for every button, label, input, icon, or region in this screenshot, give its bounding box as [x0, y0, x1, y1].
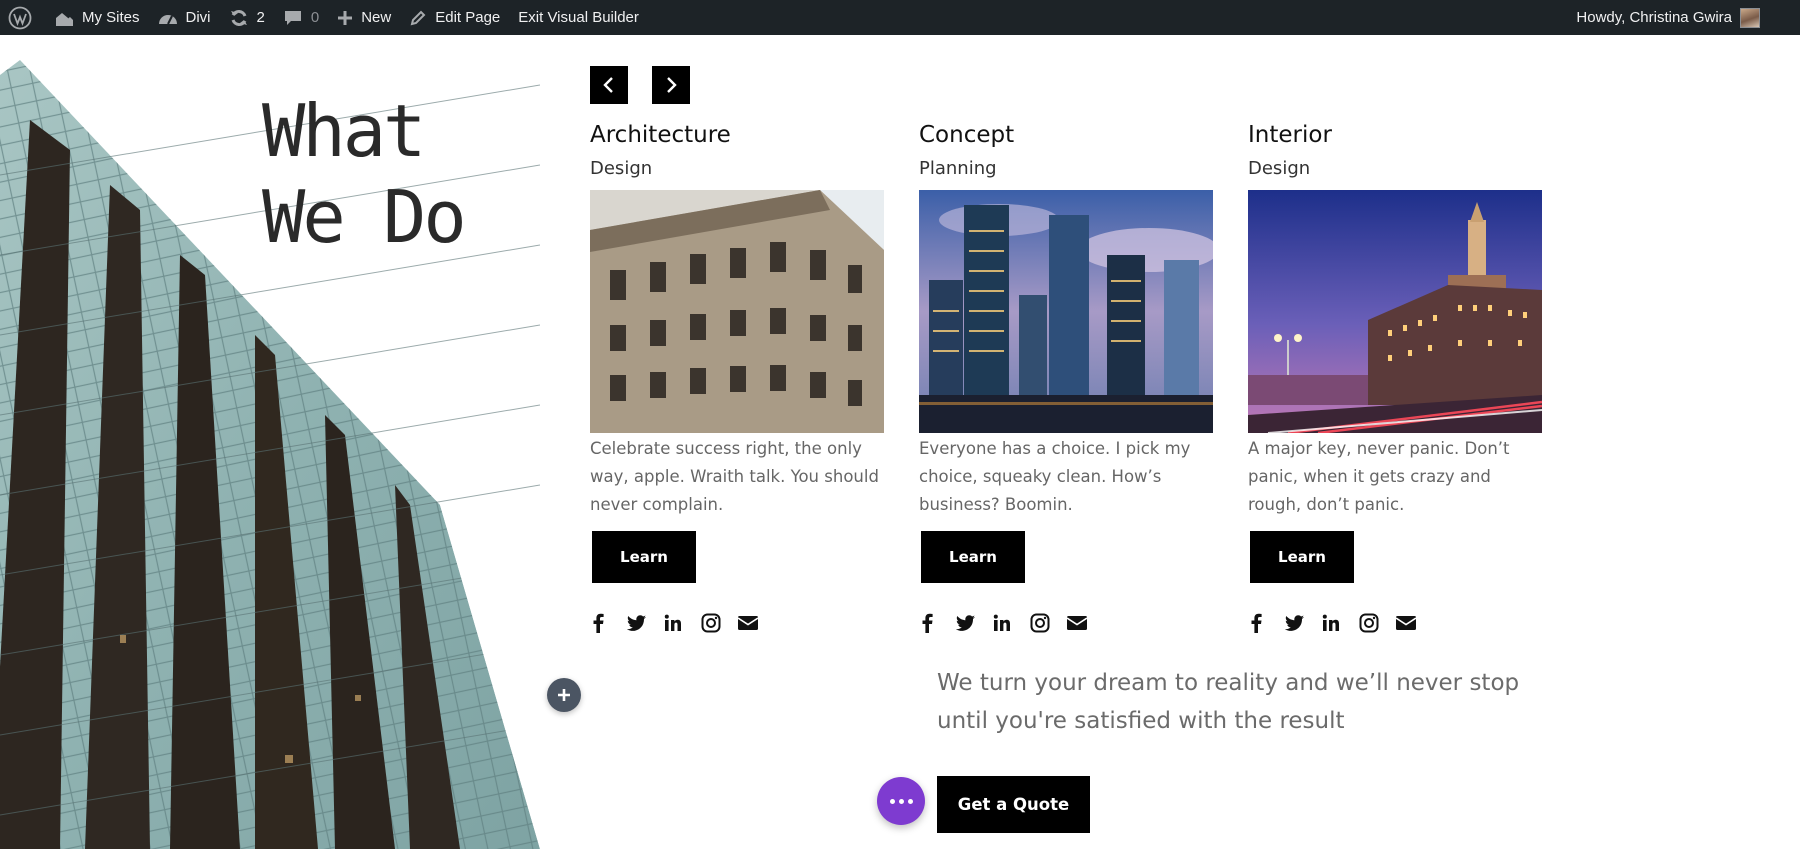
avatar — [1740, 7, 1760, 28]
dot — [907, 798, 913, 804]
plus-icon — [338, 10, 353, 25]
card-description: Celebrate success right, the only way, a… — [590, 439, 879, 514]
card-description: Everyone has a choice. I pick my choice,… — [919, 439, 1191, 514]
instagram-icon[interactable] — [701, 611, 738, 635]
linkedin-icon[interactable] — [1322, 611, 1359, 635]
wordpress-icon — [8, 6, 32, 29]
exit-visual-builder-link[interactable]: Exit Visual Builder — [509, 0, 648, 35]
learn-button-concept[interactable]: Learn — [921, 531, 1025, 583]
heading-line-1: What — [262, 89, 426, 173]
add-module-button[interactable] — [547, 678, 581, 712]
comments-count: 0 — [310, 9, 320, 26]
exit-visual-builder-label: Exit Visual Builder — [518, 9, 639, 26]
plus-icon — [558, 689, 570, 701]
twitter-icon[interactable] — [1285, 611, 1322, 635]
my-sites-icon — [56, 12, 73, 26]
chevron-left-icon — [603, 77, 613, 93]
edit-page-link[interactable]: Edit Page — [400, 0, 509, 35]
card-subtitle: Design — [590, 158, 653, 179]
edit-page-label: Edit Page — [435, 9, 501, 26]
linkedin-icon[interactable] — [993, 611, 1030, 635]
card-title: Architecture — [590, 122, 731, 148]
card-title: Interior — [1248, 122, 1332, 148]
page-heading: What We Do — [262, 88, 467, 260]
comment-bubble-icon — [284, 10, 301, 25]
dot — [898, 798, 904, 804]
cta-tagline: We turn your dream to reality and we’ll … — [937, 664, 1577, 740]
facebook-icon[interactable] — [590, 611, 627, 635]
divi-menu[interactable]: Divi — [149, 0, 220, 35]
instagram-icon[interactable] — [1359, 611, 1396, 635]
new-content-menu[interactable]: New — [328, 0, 400, 35]
card-subtitle: Design — [1248, 158, 1311, 179]
divi-label: Divi — [185, 9, 211, 26]
my-sites-label: My Sites — [82, 9, 140, 26]
card-description: A major key, never panic. Don’t panic, w… — [1248, 439, 1510, 514]
account-menu[interactable]: Howdy, Christina Gwira — [1576, 0, 1800, 35]
service-card-concept: Concept Planning Everyone has a choice. … — [919, 120, 1213, 635]
chevron-right-icon — [667, 77, 677, 93]
slider-next-button[interactable] — [652, 66, 690, 104]
greeting-text: Howdy, Christina Gwira — [1576, 9, 1732, 26]
pencil-icon — [410, 10, 426, 25]
updates-refresh-icon — [230, 9, 247, 26]
new-label: New — [361, 9, 392, 26]
twitter-icon[interactable] — [956, 611, 993, 635]
get-a-quote-button[interactable]: Get a Quote — [937, 776, 1090, 833]
learn-button-architecture[interactable]: Learn — [592, 531, 696, 583]
comments-menu[interactable]: 0 — [274, 0, 328, 35]
slider-prev-button[interactable] — [590, 66, 628, 104]
facebook-icon[interactable] — [919, 611, 956, 635]
admin-bar: My Sites Divi 2 0 New Edit Page Exit Vis… — [0, 0, 1800, 35]
architecture-photo — [590, 190, 884, 433]
interior-photo — [1248, 190, 1542, 433]
service-card-architecture: Architecture Design Celebrate success ri… — [590, 120, 884, 635]
dot — [889, 798, 895, 804]
email-icon[interactable] — [1067, 611, 1104, 635]
dashboard-gauge-icon — [158, 14, 177, 24]
social-links — [590, 611, 884, 635]
tagline-line-1: We turn your dream to reality and we’ll … — [937, 670, 1520, 696]
social-links — [1248, 611, 1542, 635]
tagline-line-2: until you're satisfied with the result — [937, 708, 1345, 734]
builder-settings-button[interactable] — [877, 777, 925, 825]
updates-count: 2 — [256, 9, 265, 26]
card-subtitle: Planning — [919, 158, 997, 179]
linkedin-icon[interactable] — [664, 611, 701, 635]
card-title: Concept — [919, 122, 1015, 148]
email-icon[interactable] — [738, 611, 775, 635]
email-icon[interactable] — [1396, 611, 1433, 635]
my-sites-menu[interactable]: My Sites — [45, 0, 149, 35]
service-card-interior: Interior Design A major key, never panic… — [1248, 120, 1542, 635]
facebook-icon[interactable] — [1248, 611, 1285, 635]
instagram-icon[interactable] — [1030, 611, 1067, 635]
learn-button-interior[interactable]: Learn — [1250, 531, 1354, 583]
heading-line-2: We Do — [262, 175, 467, 259]
wordpress-logo-button[interactable] — [0, 0, 45, 35]
social-links — [919, 611, 1213, 635]
updates-menu[interactable]: 2 — [220, 0, 274, 35]
twitter-icon[interactable] — [627, 611, 664, 635]
concept-photo — [919, 190, 1213, 433]
